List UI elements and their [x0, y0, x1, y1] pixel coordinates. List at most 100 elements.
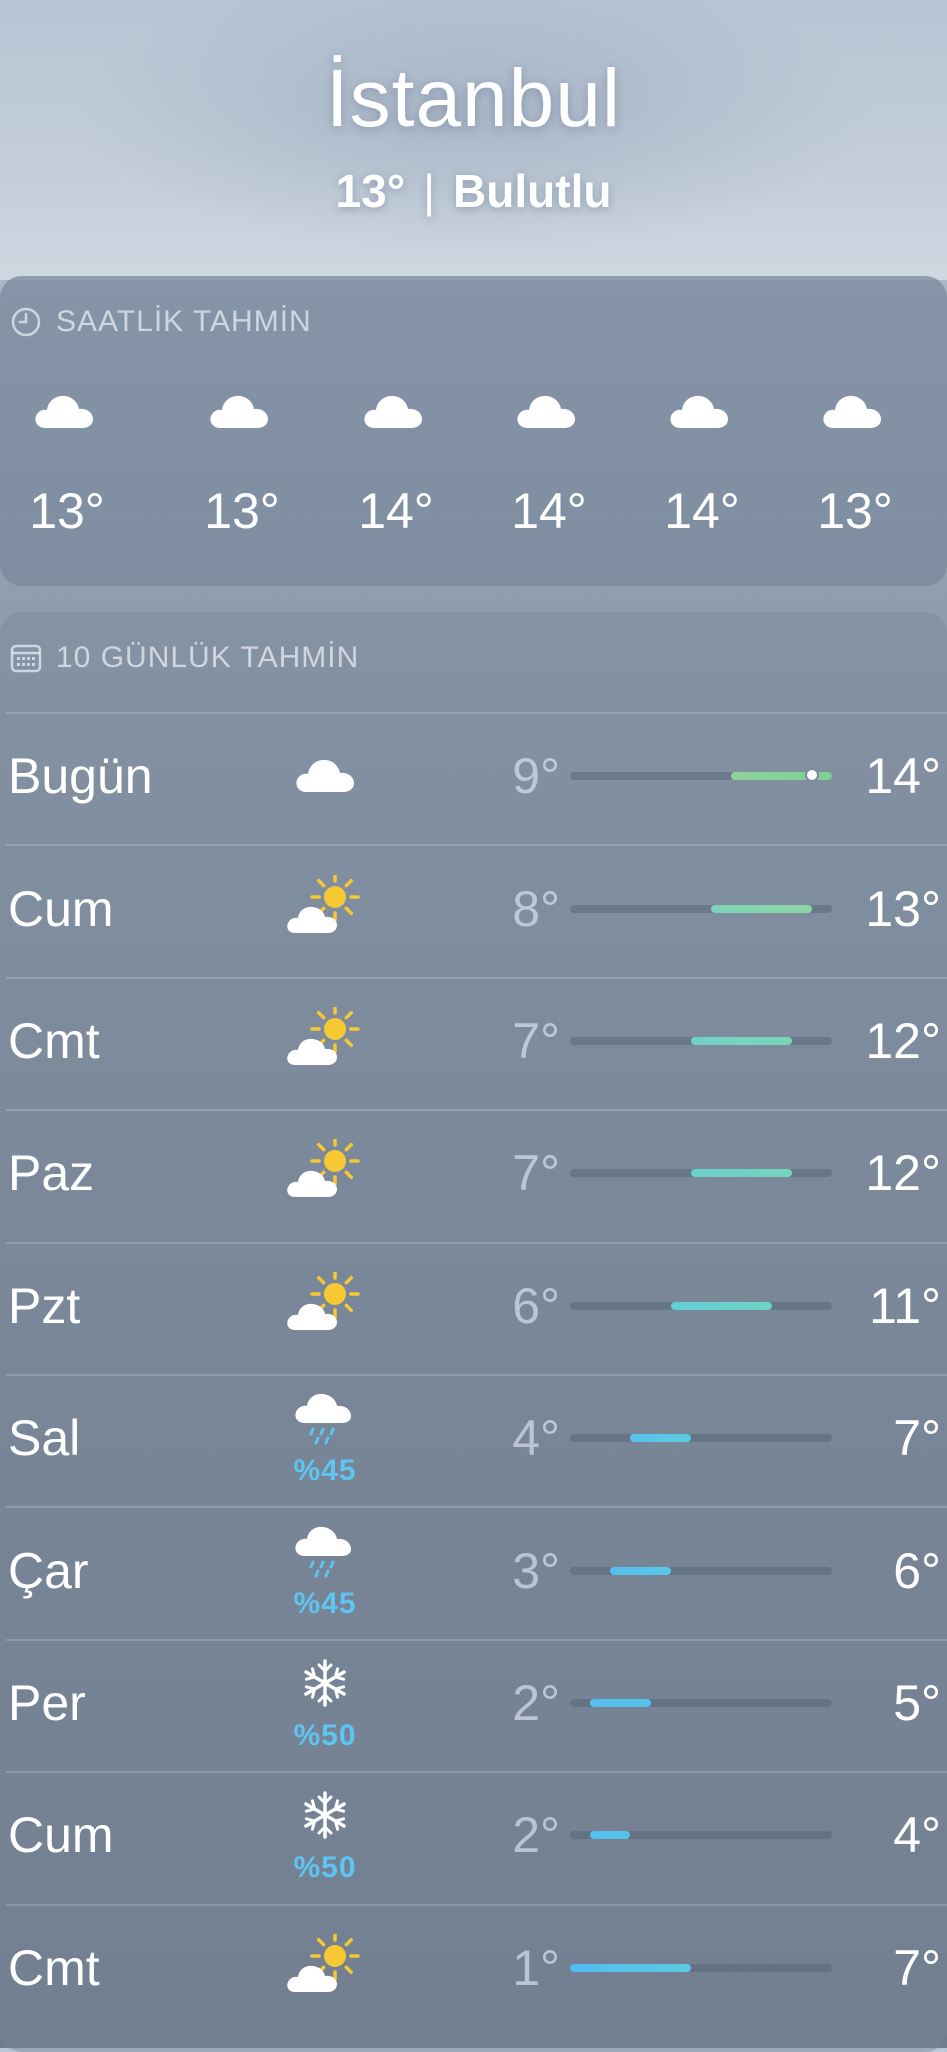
current-temperature-marker: [804, 768, 819, 783]
day-weather-icon: [293, 754, 357, 799]
row-divider: [6, 1638, 947, 1641]
temperature-range-bar: [690, 1037, 792, 1045]
day-name: Cmt: [8, 1013, 100, 1069]
row-divider: [6, 844, 947, 847]
hourly-temperature: 13°: [29, 483, 105, 539]
day-name: Çar: [8, 1542, 89, 1599]
low-temperature: 7°: [512, 1145, 560, 1202]
condition-text: Bulutlu: [453, 165, 612, 217]
partly-sunny-icon: [287, 1269, 360, 1330]
temperature-range-bar: [690, 1169, 792, 1178]
cloud-icon: [210, 395, 268, 428]
conditions-separator: |: [423, 165, 436, 217]
hourly-item-icon: [361, 390, 431, 436]
partly-sunny-icon: [287, 1931, 360, 1992]
day-weather-icon: [293, 1389, 357, 1452]
day-weather-icon: [300, 1790, 350, 1845]
cloud-icon: [517, 395, 575, 428]
temperature-range-bar: [711, 904, 812, 913]
cloud-icon: [296, 760, 354, 793]
hourly-temperature: 13°: [817, 483, 893, 539]
day-weather-icon: [285, 1269, 365, 1341]
hourly-item-icon: [207, 390, 277, 436]
low-temperature: 8°: [512, 880, 560, 937]
day-weather-icon: [285, 1931, 365, 2003]
temperature-range-track: [570, 1434, 832, 1443]
hourly-item-icon: [514, 390, 584, 436]
current-conditions: 13° | Bulutlu: [0, 164, 947, 218]
hourly-item-icon: [820, 390, 890, 436]
row-divider: [6, 1241, 947, 1244]
partly-sunny-icon: [287, 1136, 360, 1198]
daily-forecast-title: 10 GÜNLÜK TAHMİN: [56, 641, 360, 674]
hourly-temperature: 14°: [358, 483, 434, 539]
hourly-temperature: 14°: [511, 483, 587, 539]
day-name: Sal: [8, 1410, 81, 1467]
day-name: Per: [8, 1675, 86, 1731]
temperature-range-bar: [590, 1831, 631, 1840]
cloud-rain-icon: [295, 1394, 351, 1445]
high-temperature: 7°: [893, 1939, 941, 1996]
day-name: Cmt: [8, 1939, 100, 1996]
temperature-range-track: [570, 768, 832, 783]
daily-forecast-header: 10 GÜNLÜK TAHMİN: [10, 638, 359, 678]
precipitation-chance: %50: [293, 1851, 357, 1885]
low-temperature: 6°: [512, 1277, 560, 1334]
day-weather-icon: [293, 1522, 357, 1585]
cloud-icon: [670, 395, 728, 428]
row-divider: [6, 1374, 947, 1376]
temperature-range-track: [570, 1566, 832, 1575]
day-weather-icon: [285, 1136, 365, 1208]
day-weather-icon: [300, 1658, 350, 1713]
snowflake-icon: [304, 1791, 346, 1840]
cloud-icon: [364, 395, 422, 428]
low-temperature: 2°: [512, 1807, 560, 1864]
low-temperature: 1°: [512, 1939, 560, 1996]
cloud-rain-icon: [295, 1526, 351, 1578]
high-temperature: 6°: [893, 1542, 941, 1599]
day-name: Cum: [8, 1807, 114, 1864]
temperature-range-bar: [670, 1301, 772, 1310]
row-divider: [6, 1506, 947, 1509]
high-temperature: 14°: [865, 748, 941, 805]
temperature-range-bar: [590, 1699, 651, 1707]
precipitation-chance: %45: [293, 1454, 357, 1488]
day-name: Cum: [8, 880, 114, 937]
city-name: İstanbul: [325, 53, 622, 144]
temperature-range-track: [570, 1699, 832, 1707]
precipitation-chance: %50: [293, 1719, 357, 1752]
high-temperature: 12°: [865, 1145, 941, 1202]
low-temperature: 3°: [512, 1542, 560, 1599]
high-temperature: 13°: [865, 880, 941, 937]
low-temperature: 2°: [512, 1675, 560, 1731]
day-name: Paz: [8, 1145, 95, 1202]
hourly-item-icon: [32, 390, 102, 436]
low-temperature: 4°: [512, 1410, 560, 1467]
temperature-range-track: [570, 904, 832, 913]
high-temperature: 12°: [865, 1013, 941, 1069]
low-temperature: 7°: [512, 1013, 560, 1069]
clock-icon: [11, 307, 41, 337]
high-temperature: 4°: [893, 1807, 941, 1864]
hourly-forecast-title: SAATLİK TAHMİN: [56, 305, 312, 338]
precipitation-chance: %45: [293, 1586, 357, 1620]
day-weather-icon: [285, 871, 365, 944]
row-divider: [6, 712, 947, 714]
snowflake-icon: [304, 1659, 346, 1707]
high-temperature: 7°: [893, 1410, 941, 1467]
low-temperature: 9°: [512, 748, 560, 805]
high-temperature: 5°: [893, 1675, 941, 1731]
hourly-forecast-header: SAATLİK TAHMİN: [10, 302, 312, 342]
temperature-range-bar: [630, 1434, 691, 1443]
temperature-range-track: [570, 1301, 832, 1310]
calendar-icon: [10, 644, 42, 673]
temperature-range-track: [570, 1831, 832, 1840]
cloud-icon: [35, 395, 93, 428]
temperature-range-track: [570, 1963, 832, 1972]
temperature-range-bar: [570, 1963, 691, 1972]
temperature-range-track: [570, 1037, 832, 1045]
partly-sunny-icon: [287, 871, 360, 933]
current-temperature: 13°: [335, 165, 406, 217]
cloud-icon: [823, 395, 881, 428]
high-temperature: 11°: [869, 1277, 941, 1334]
